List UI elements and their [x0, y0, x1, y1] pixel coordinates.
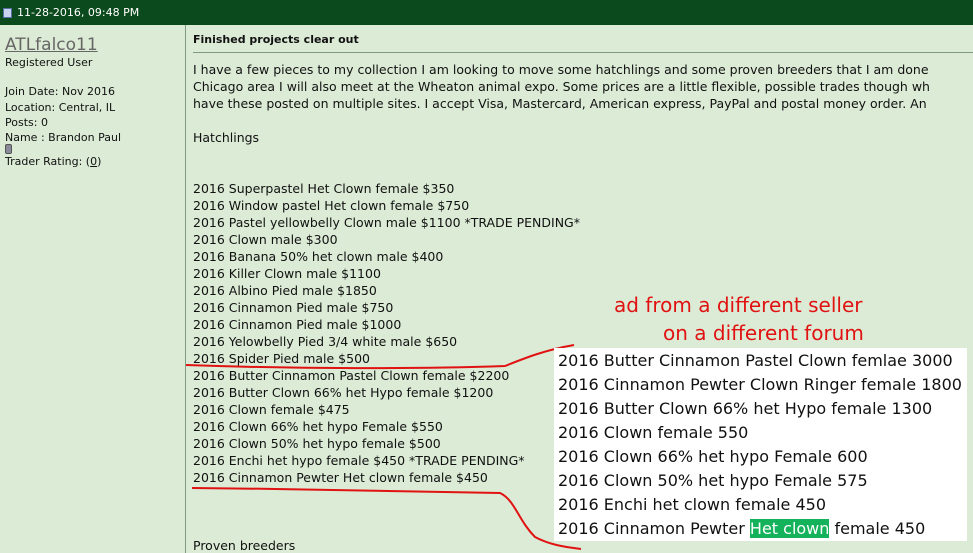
ad-item: 2016 Enchi het clown female 450 [558, 495, 826, 514]
ad-item: 2016 Cinnamon Pewter Clown Ringer female… [558, 375, 962, 394]
annotation-line-2: on a different forum [663, 321, 864, 345]
other-seller-ad-screenshot: 2016 Butter Cinnamon Pastel Clown femlae… [554, 348, 967, 541]
underline-mark-top [185, 344, 575, 370]
annotation-line-1: ad from a different seller [614, 293, 863, 317]
ad-item-last: 2016 Cinnamon Pewter Het clown female 45… [558, 519, 925, 538]
ad-item: 2016 Clown 50% het hypo Female 575 [558, 471, 868, 490]
ad-item-suffix: female 450 [829, 519, 926, 538]
ad-item: 2016 Clown female 550 [558, 423, 749, 442]
highlighted-text: Het clown [749, 519, 830, 538]
ad-item: 2016 Clown 66% het hypo Female 600 [558, 447, 868, 466]
ad-item: 2016 Butter Cinnamon Pastel Clown femlae… [558, 351, 953, 370]
ad-item: 2016 Butter Clown 66% het Hypo female 13… [558, 399, 933, 418]
underline-mark-bottom [191, 487, 582, 550]
ad-item-prefix: 2016 Cinnamon Pewter [558, 519, 750, 538]
